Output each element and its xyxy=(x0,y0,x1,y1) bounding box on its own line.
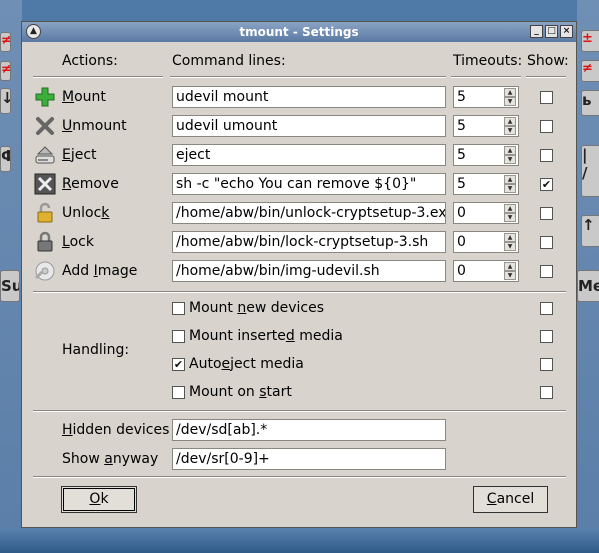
mount-new-devices-checkbox[interactable] xyxy=(172,302,185,315)
action-label-lock: Lock xyxy=(62,234,94,250)
background-taskbar xyxy=(0,528,599,553)
command-field-mount[interactable]: udevil mount xyxy=(172,86,446,108)
background-key: Me xyxy=(577,270,599,302)
cancel-button[interactable]: Cancel xyxy=(473,486,548,513)
command-field-unmount[interactable]: udevil umount xyxy=(172,115,446,137)
section-divider xyxy=(33,476,566,478)
header-actions: Actions: xyxy=(62,53,118,69)
background-key: ↓ xyxy=(0,88,11,114)
background-key: ↑ xyxy=(581,215,599,247)
action-label-add-image: Add Image xyxy=(62,263,138,279)
maximize-button[interactable]: □ xyxy=(545,25,558,38)
timeout-spinbox-lock[interactable]: 0 ▲ ▼ xyxy=(453,231,519,253)
timeout-spinbox-add-image[interactable]: 0 ▲ ▼ xyxy=(453,260,519,282)
command-field-unlock[interactable]: /home/abw/bin/unlock-cryptsetup-3.exp xyxy=(172,202,446,224)
handling-label: Handling: xyxy=(62,342,130,358)
window-menu-icon[interactable]: ▲ xyxy=(26,24,41,39)
mount-new-devices-label[interactable]: Mount new devices xyxy=(189,300,324,316)
show-checkbox-unmount[interactable] xyxy=(540,120,553,133)
background-key: ь xyxy=(581,90,599,116)
autoeject-media-label[interactable]: Autoeject media xyxy=(189,356,304,372)
minimize-button[interactable]: _ xyxy=(530,25,543,38)
show-checkbox-autoeject-media[interactable] xyxy=(540,358,553,371)
timeout-spinbox-unlock[interactable]: 0 ▲ ▼ xyxy=(453,202,519,224)
unlock-padlock-icon xyxy=(34,202,56,224)
autoeject-media-checkbox[interactable]: ✔ xyxy=(172,358,185,371)
action-label-unlock: Unlock xyxy=(62,205,110,221)
header-timeouts: Timeouts: xyxy=(453,53,523,69)
mount-on-start-label[interactable]: Mount on start xyxy=(189,384,292,400)
close-button[interactable]: × xyxy=(560,25,573,38)
mount-inserted-media-label[interactable]: Mount inserted media xyxy=(189,328,343,344)
action-label-mount: Mount xyxy=(62,89,106,105)
section-divider xyxy=(33,410,566,412)
header-divider xyxy=(170,76,446,78)
background-key: | / xyxy=(581,145,599,197)
hidden-devices-field[interactable]: /dev/sd[ab].* xyxy=(172,419,446,441)
ok-button[interactable]: Ok xyxy=(61,486,137,513)
section-divider xyxy=(33,291,566,293)
background-key: ± xyxy=(581,30,599,52)
timeout-spinbox-unmount[interactable]: 5 ▲ ▼ xyxy=(453,115,519,137)
background-key: ≠ xyxy=(0,32,11,52)
settings-window: ▲ tmount - Settings _ □ × Actions: Comma… xyxy=(21,21,577,528)
action-label-eject: Eject xyxy=(62,147,97,163)
remove-x-icon xyxy=(34,173,56,195)
header-divider xyxy=(33,76,163,78)
mount-plus-icon xyxy=(34,86,56,108)
timeout-spinbox-remove[interactable]: 5 ▲ ▼ xyxy=(453,173,519,195)
command-field-remove[interactable]: sh -c "echo You can remove ${0}" xyxy=(172,173,446,195)
show-checkbox-unlock[interactable] xyxy=(540,207,553,220)
show-checkbox-remove[interactable]: ✔ xyxy=(540,178,553,191)
show-checkbox-lock[interactable] xyxy=(540,236,553,249)
command-field-add-image[interactable]: /home/abw/bin/img-udevil.sh xyxy=(172,260,446,282)
title-bar[interactable]: ▲ tmount - Settings _ □ × xyxy=(22,22,576,42)
background-key: Su xyxy=(0,270,20,302)
command-field-eject[interactable]: eject xyxy=(172,144,446,166)
mount-on-start-checkbox[interactable] xyxy=(172,386,185,399)
timeout-spinbox-mount[interactable]: 5 ▲ ▼ xyxy=(453,86,519,108)
header-show: Show: xyxy=(527,53,569,69)
show-checkbox-mount[interactable] xyxy=(540,91,553,104)
show-anyway-field[interactable]: /dev/sr[0-9]+ xyxy=(172,448,446,470)
background-key: ≠ xyxy=(581,60,599,82)
show-checkbox-eject[interactable] xyxy=(540,149,553,162)
show-anyway-label: Show anyway xyxy=(62,451,159,467)
header-divider xyxy=(526,76,566,78)
eject-drive-icon xyxy=(34,144,56,166)
unmount-x-icon xyxy=(34,115,56,137)
add-image-icon xyxy=(34,260,56,282)
show-checkbox-add-image[interactable] xyxy=(540,265,553,278)
lock-padlock-icon xyxy=(34,231,56,253)
hidden-devices-label: Hidden devices xyxy=(62,422,170,438)
background-key: ≠ xyxy=(0,61,11,81)
command-field-lock[interactable]: /home/abw/bin/lock-cryptsetup-3.sh xyxy=(172,231,446,253)
show-checkbox-mount-inserted-media[interactable] xyxy=(540,330,553,343)
background-key: Ф xyxy=(0,146,11,172)
action-label-unmount: Unmount xyxy=(62,118,127,134)
action-label-remove: Remove xyxy=(62,176,119,192)
show-checkbox-mount-on-start[interactable] xyxy=(540,386,553,399)
mount-inserted-media-checkbox[interactable] xyxy=(172,330,185,343)
timeout-spinbox-eject[interactable]: 5 ▲ ▼ xyxy=(453,144,519,166)
header-command-lines: Command lines: xyxy=(172,53,286,69)
show-checkbox-mount-new-devices[interactable] xyxy=(540,302,553,315)
header-divider xyxy=(451,76,521,78)
window-title: tmount - Settings xyxy=(239,25,359,39)
